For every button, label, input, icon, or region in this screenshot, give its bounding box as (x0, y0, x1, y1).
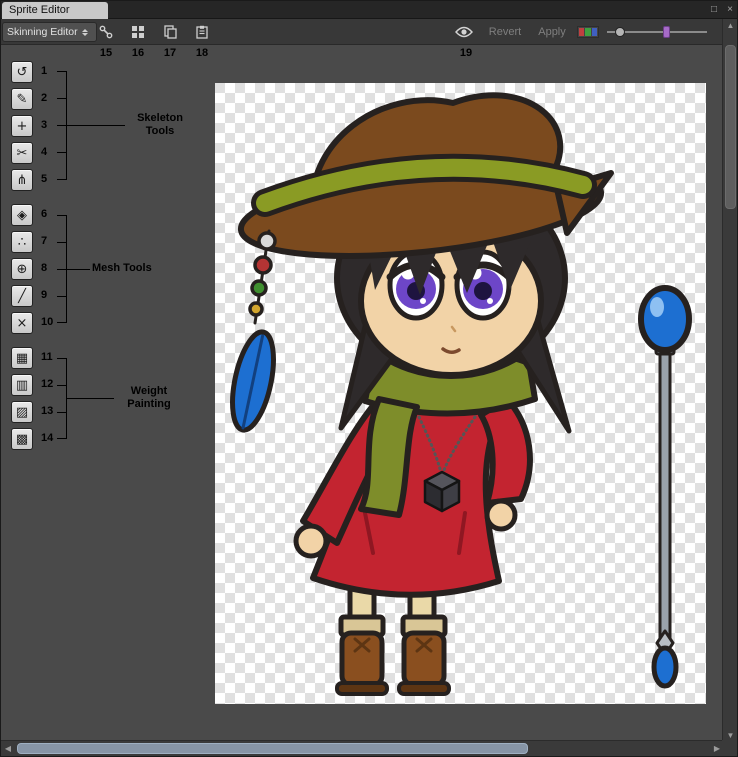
bracket-tick (57, 125, 67, 126)
callout-17: 17 (164, 47, 176, 59)
tool-split-edge[interactable]: × (11, 312, 33, 334)
revert-button[interactable]: Revert (482, 23, 528, 41)
bracket-tick (57, 412, 67, 413)
skinning-editor-dropdown[interactable]: Skinning Editor (2, 22, 97, 42)
callout-18: 18 (196, 47, 208, 59)
tool-split-bone[interactable]: ✂ (11, 142, 33, 164)
bracket-tick (57, 152, 67, 153)
vertical-scrollbar-thumb[interactable] (725, 45, 736, 209)
paste-icon[interactable] (193, 23, 211, 41)
callout-15: 15 (100, 47, 112, 59)
tool-create-edge[interactable]: ╱ (11, 285, 33, 307)
staff-graphic (641, 288, 689, 686)
callout-16: 16 (132, 47, 144, 59)
tool-auto-geometry[interactable]: ◈ (11, 204, 33, 226)
copy-icon[interactable] (161, 23, 179, 41)
slider-marker (663, 26, 670, 38)
callout-19: 19 (460, 47, 472, 59)
label-mesh-tools: Mesh Tools (92, 262, 172, 275)
connector-skeleton-tools (67, 125, 125, 126)
visibility-eye-icon[interactable] (453, 23, 475, 41)
scroll-left-icon[interactable]: ◀ (1, 741, 15, 757)
tool-auto-weights[interactable]: ▦ (11, 347, 33, 369)
sprite-sheet-icon[interactable] (129, 23, 147, 41)
scroll-up-icon[interactable]: ▲ (723, 19, 738, 32)
bracket-tick (57, 296, 67, 297)
tool-weight-slider[interactable]: ▥ (11, 374, 33, 396)
tool-weight-brush[interactable]: ▨ (11, 401, 33, 423)
label-weight-painting: WeightPainting (116, 385, 182, 411)
zoom-slider[interactable] (607, 31, 707, 33)
apply-button[interactable]: Apply (532, 23, 572, 41)
connector-weight-painting (67, 398, 114, 399)
bracket-tick (57, 385, 67, 386)
tool-reparent-bone[interactable]: ⋔ (11, 169, 33, 191)
sprite-viewport[interactable] (215, 83, 706, 704)
window-close-icon[interactable]: × (723, 2, 737, 18)
horizontal-scrollbar-thumb[interactable] (17, 743, 528, 754)
tool-create-vertex[interactable]: ⊕ (11, 258, 33, 280)
tool-create-bone[interactable]: + (11, 115, 33, 137)
vertical-scrollbar[interactable]: ▲ ▼ (722, 19, 737, 742)
window-tab[interactable]: Sprite Editor (2, 2, 108, 19)
tool-bone-influence[interactable]: ▩ (11, 428, 33, 450)
horizontal-scrollbar[interactable]: ◀ ▶ (1, 740, 724, 756)
bracket-weight-painting (57, 358, 67, 439)
window-maximize-icon[interactable]: □ (707, 2, 721, 18)
label-skeleton-tools: SkeletonTools (127, 112, 193, 138)
bracket-tick (57, 98, 67, 99)
tool-edit-geometry[interactable]: ∴ (11, 231, 33, 253)
sprite-character (215, 83, 706, 704)
tool-preview-pose[interactable]: ↺ (11, 61, 33, 83)
editor-canvas[interactable]: 15 16 17 18 19 (1, 45, 724, 742)
sprite-editor-window: Sprite Editor □ × Skinning Editor Revert… (0, 0, 738, 757)
bracket-tick (57, 242, 67, 243)
rgb-alpha-icon[interactable] (577, 26, 599, 38)
connector-mesh-tools (67, 269, 90, 270)
titlebar: Sprite Editor □ × (1, 1, 738, 19)
scrollbar-corner (722, 740, 737, 756)
bracket-tick (57, 269, 67, 270)
tool-edit-joints[interactable]: ✎ (11, 88, 33, 110)
toolbar: Skinning Editor Revert Apply (1, 19, 738, 45)
dropdown-caret-icon (82, 29, 88, 36)
window-title: Sprite Editor (9, 4, 70, 16)
mode-dropdown-label: Skinning Editor (7, 26, 78, 38)
zoom-slider-knob[interactable] (615, 27, 625, 37)
bone-icon[interactable] (97, 23, 115, 41)
